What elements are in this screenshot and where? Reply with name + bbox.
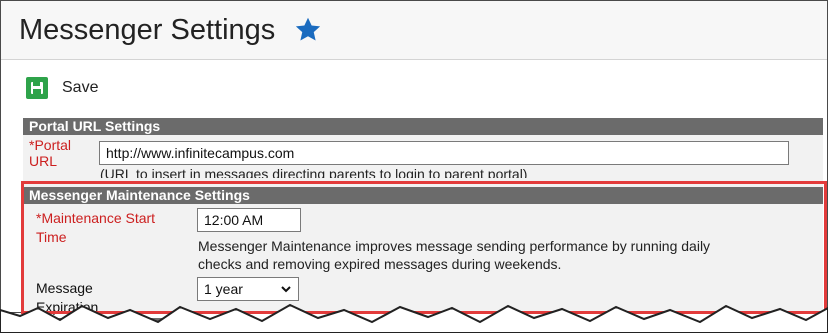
- maintenance-start-time-input[interactable]: [197, 208, 301, 232]
- portal-url-section-header: Portal URL Settings: [23, 118, 823, 135]
- settings-panel: Messenger Settings Save Portal URL Setti…: [0, 0, 828, 315]
- star-icon[interactable]: [293, 15, 323, 45]
- maintenance-help-text: Messenger Maintenance improves message s…: [198, 237, 710, 273]
- maintenance-help-line2: checks and removing expired messages dur…: [198, 256, 562, 272]
- maintenance-start-label: *Maintenance Start Time: [36, 209, 155, 247]
- save-button[interactable]: Save: [26, 77, 98, 99]
- page-title: Messenger Settings: [19, 14, 276, 46]
- portal-url-input[interactable]: [99, 141, 789, 165]
- portal-url-label: *Portal URL: [29, 137, 71, 169]
- message-expiration-value: 1 year: [204, 281, 243, 297]
- torn-edge: [0, 303, 828, 333]
- maintenance-start-label-line1: *Maintenance Start: [36, 210, 156, 226]
- save-label: Save: [62, 79, 99, 96]
- portal-url-help-text: (URL to insert in messages directing par…: [100, 166, 528, 178]
- portal-url-label-line2: URL: [29, 153, 58, 169]
- maintenance-help-line1: Messenger Maintenance improves message s…: [198, 238, 711, 254]
- chevron-down-icon: [281, 286, 291, 293]
- maintenance-section-header: Messenger Maintenance Settings: [23, 187, 823, 204]
- portal-url-label-line1: *Portal: [29, 137, 72, 153]
- message-expiration-label-line1: Message: [36, 280, 93, 296]
- floppy-disk-icon: [26, 77, 48, 99]
- title-bar: Messenger Settings: [1, 1, 827, 60]
- maintenance-start-label-line2: Time: [36, 229, 67, 245]
